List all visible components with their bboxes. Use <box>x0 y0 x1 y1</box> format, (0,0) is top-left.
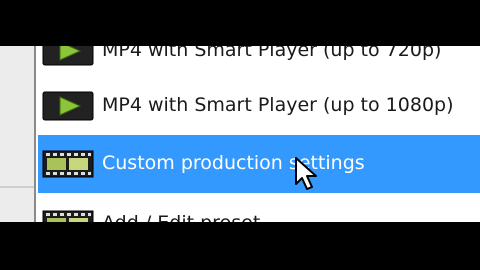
play-icon <box>42 91 94 121</box>
screen-frame: MP4 with Smart Player (up to 720p) MP4 w… <box>0 0 480 270</box>
production-preset-dropdown: MP4 with Smart Player (up to 720p) MP4 w… <box>34 18 480 248</box>
menu-item-label: MP4 with Smart Player (up to 1080p) <box>102 94 454 116</box>
filmstrip-icon <box>42 150 94 178</box>
menu-item-mp4-1080p[interactable]: MP4 with Smart Player (up to 1080p) <box>38 77 480 135</box>
letterbox-bottom <box>0 222 480 270</box>
menu-item-label: Custom production settings <box>102 152 365 174</box>
letterbox-top <box>0 0 480 46</box>
menu-item-custom-production-settings[interactable]: Custom production settings <box>38 135 480 193</box>
mouse-pointer-icon <box>295 157 317 190</box>
